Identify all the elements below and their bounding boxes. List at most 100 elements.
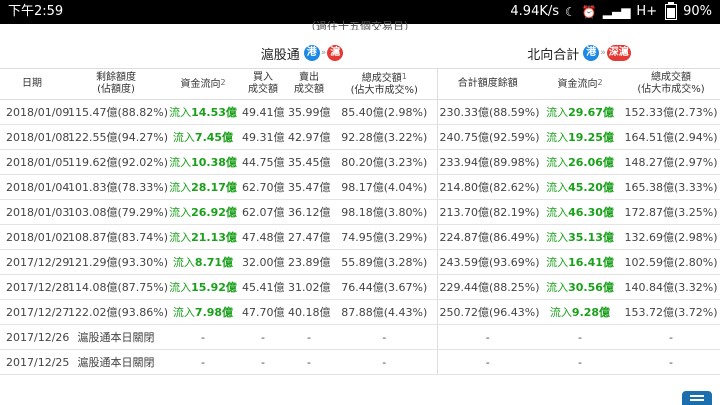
table-row[interactable]: 2018/01/03 103.08億(79.29%) 流入26.92億 62.07億 3… <box>0 199 720 225</box>
flow-direction-label: 流入 <box>169 181 192 194</box>
cell-capital-flow: 流入28.17億 <box>166 174 240 200</box>
cell-north-total-turnover: 140.84億(3.32%) <box>622 274 720 300</box>
cell-sell: 35.47億 <box>286 174 332 200</box>
flow-direction-label: 流入 <box>169 156 192 169</box>
cell-total-turnover: 74.95億(3.29%) <box>332 224 438 250</box>
cell-date: 2018/01/05 <box>0 149 69 175</box>
flow-amount: 30.56億 <box>568 281 614 294</box>
cell-total-turnover: - <box>332 324 438 350</box>
table-row[interactable]: 2017/12/29 121.29億(93.30%) 流入8.71億 32.00億 23… <box>0 249 720 275</box>
table-row[interactable]: 2017/12/25 滬股通本日關閉 - - - - - - - <box>0 349 720 375</box>
cell-north-capital-flow: - <box>538 324 622 350</box>
cell-combined-remaining: 213.70億(82.19%) <box>437 199 540 225</box>
cell-combined-remaining: 250.72億(96.43%) <box>437 299 540 325</box>
cell-remaining-quota: 114.08億(87.75%) <box>66 274 168 300</box>
menu-icon <box>690 395 704 397</box>
cell-capital-flow: 流入7.98億 <box>166 299 240 325</box>
cell-sell: 35.99億 <box>286 99 332 125</box>
direction-tag: 港 » 深滬 <box>583 45 631 61</box>
cell-buy: 62.07億 <box>240 199 286 225</box>
cell-date: 2018/01/04 <box>0 174 69 200</box>
menu-button[interactable] <box>682 391 712 405</box>
table-row[interactable]: 2017/12/27 122.02億(93.86%) 流入7.98億 47.70億 40… <box>0 299 720 325</box>
cell-buy: 47.48億 <box>240 224 286 250</box>
flow-direction-label: 流入 <box>172 306 195 319</box>
table-row[interactable]: 2018/01/05 119.62億(92.02%) 流入10.38億 44.75億 3… <box>0 149 720 175</box>
table-row[interactable]: 2017/12/28 114.08億(87.75%) 流入15.92億 45.41億 3… <box>0 274 720 300</box>
cell-north-total-turnover: 164.51億(2.94%) <box>622 124 720 150</box>
flow-amount: 21.13億 <box>191 231 237 244</box>
cell-date: 2018/01/08 <box>0 124 69 150</box>
table-row[interactable]: 2018/01/08 122.55億(94.27%) 流入7.45億 49.31億 42… <box>0 124 720 150</box>
cell-combined-remaining: 224.87億(86.49%) <box>437 224 540 250</box>
menu-icon-line <box>690 399 704 401</box>
cell-north-total-turnover: 172.87億(3.25%) <box>622 199 720 225</box>
hk-tag-icon: 港 <box>303 45 320 61</box>
flow-amount: 26.06億 <box>568 156 614 169</box>
cell-north-capital-flow: 流入35.13億 <box>538 224 622 250</box>
flow-direction-label: 流入 <box>546 181 569 194</box>
cell-north-total-turnover: 165.38億(3.33%) <box>622 174 720 200</box>
cell-combined-remaining: 240.75億(92.59%) <box>437 124 540 150</box>
table-row[interactable]: 2018/01/09 115.47億(88.82%) 流入14.53億 49.41億 3… <box>0 99 720 125</box>
cell-remaining-quota: 121.29億(93.30%) <box>66 249 168 275</box>
flow-amount: 9.28億 <box>571 306 611 319</box>
cell-remaining-quota: 115.47億(88.82%) <box>66 99 168 125</box>
cell-capital-flow: 流入21.13億 <box>166 224 240 250</box>
cell-north-total-turnover: 102.59億(2.80%) <box>622 249 720 275</box>
cell-combined-remaining: 229.44億(88.25%) <box>437 274 540 300</box>
cell-north-capital-flow: 流入19.25億 <box>538 124 622 150</box>
sh-tag-icon: 滬 <box>327 45 344 61</box>
cell-buy: 45.41億 <box>240 274 286 300</box>
cell-capital-flow: 流入7.45億 <box>166 124 240 150</box>
flow-amount: 35.13億 <box>568 231 614 244</box>
table-row[interactable]: 2017/12/26 滬股通本日關閉 - - - - - - - <box>0 324 720 350</box>
col-header-north-capital-flow: 資金流向2 <box>538 68 622 100</box>
table-row[interactable]: 2018/01/02 108.87億(83.74%) 流入21.13億 47.48億 2… <box>0 224 720 250</box>
direction-tag: 港 » 滬 <box>303 45 344 61</box>
cell-sell: 40.18億 <box>286 299 332 325</box>
cell-north-total-turnover: 153.72億(3.72%) <box>622 299 720 325</box>
cell-buy: 62.70億 <box>240 174 286 200</box>
flow-amount: 29.67億 <box>568 106 614 119</box>
cell-north-capital-flow: 流入26.06億 <box>538 149 622 175</box>
cell-total-turnover: 76.44億(3.67%) <box>332 274 438 300</box>
flow-direction-label: 流入 <box>546 131 569 144</box>
cell-capital-flow: 流入14.53億 <box>166 99 240 125</box>
cell-combined-remaining: 233.94億(89.98%) <box>437 149 540 175</box>
cell-buy: - <box>240 324 286 350</box>
cell-north-capital-flow: 流入30.56億 <box>538 274 622 300</box>
cell-remaining-quota: 122.02億(93.86%) <box>66 299 168 325</box>
cell-north-capital-flow: - <box>538 349 622 375</box>
cell-date: 2018/01/02 <box>0 224 69 250</box>
hk-tag-icon: 港 <box>583 45 600 61</box>
col-header-capital-flow: 資金流向2 <box>166 68 240 100</box>
table-row[interactable]: 2018/01/04 101.83億(78.33%) 流入28.17億 62.70億 3… <box>0 174 720 200</box>
col-header-total-turnover: 總成交額1 (佔大市成交%) <box>332 68 438 100</box>
col-header-date: 日期 <box>0 68 66 100</box>
flow-amount: 7.98億 <box>194 306 234 319</box>
cell-combined-remaining: - <box>437 349 538 375</box>
cell-total-turnover: 80.20億(3.23%) <box>332 149 438 175</box>
flow-direction-label: 流入 <box>546 106 569 119</box>
flow-amount: 28.17億 <box>191 181 237 194</box>
cell-date: 2017/12/29 <box>0 249 69 275</box>
cell-buy: 44.75億 <box>240 149 286 175</box>
col-header-buy: 買入 成交額 <box>240 68 286 100</box>
flow-direction-label: 流入 <box>169 281 192 294</box>
flow-amount: 19.25億 <box>568 131 614 144</box>
cell-remaining-quota: 滬股通本日關閉 <box>66 349 166 375</box>
cell-north-total-turnover: - <box>622 349 720 375</box>
flow-direction-label: 流入 <box>172 131 195 144</box>
flow-direction-label: 流入 <box>546 256 569 269</box>
col-header-remaining-quota: 剩餘額度 (佔額度) <box>66 68 166 100</box>
arrow-right-icon: » <box>320 48 327 58</box>
flow-amount: 26.92億 <box>191 206 237 219</box>
cell-north-capital-flow: 流入9.28億 <box>538 299 622 325</box>
section-title-text: 北向合計 <box>527 47 580 63</box>
cell-buy: 49.31億 <box>240 124 286 150</box>
cell-capital-flow: 流入15.92億 <box>166 274 240 300</box>
cell-date: 2018/01/03 <box>0 199 69 225</box>
flow-direction-label: 流入 <box>546 231 569 244</box>
flow-amount: 8.71億 <box>194 256 234 269</box>
